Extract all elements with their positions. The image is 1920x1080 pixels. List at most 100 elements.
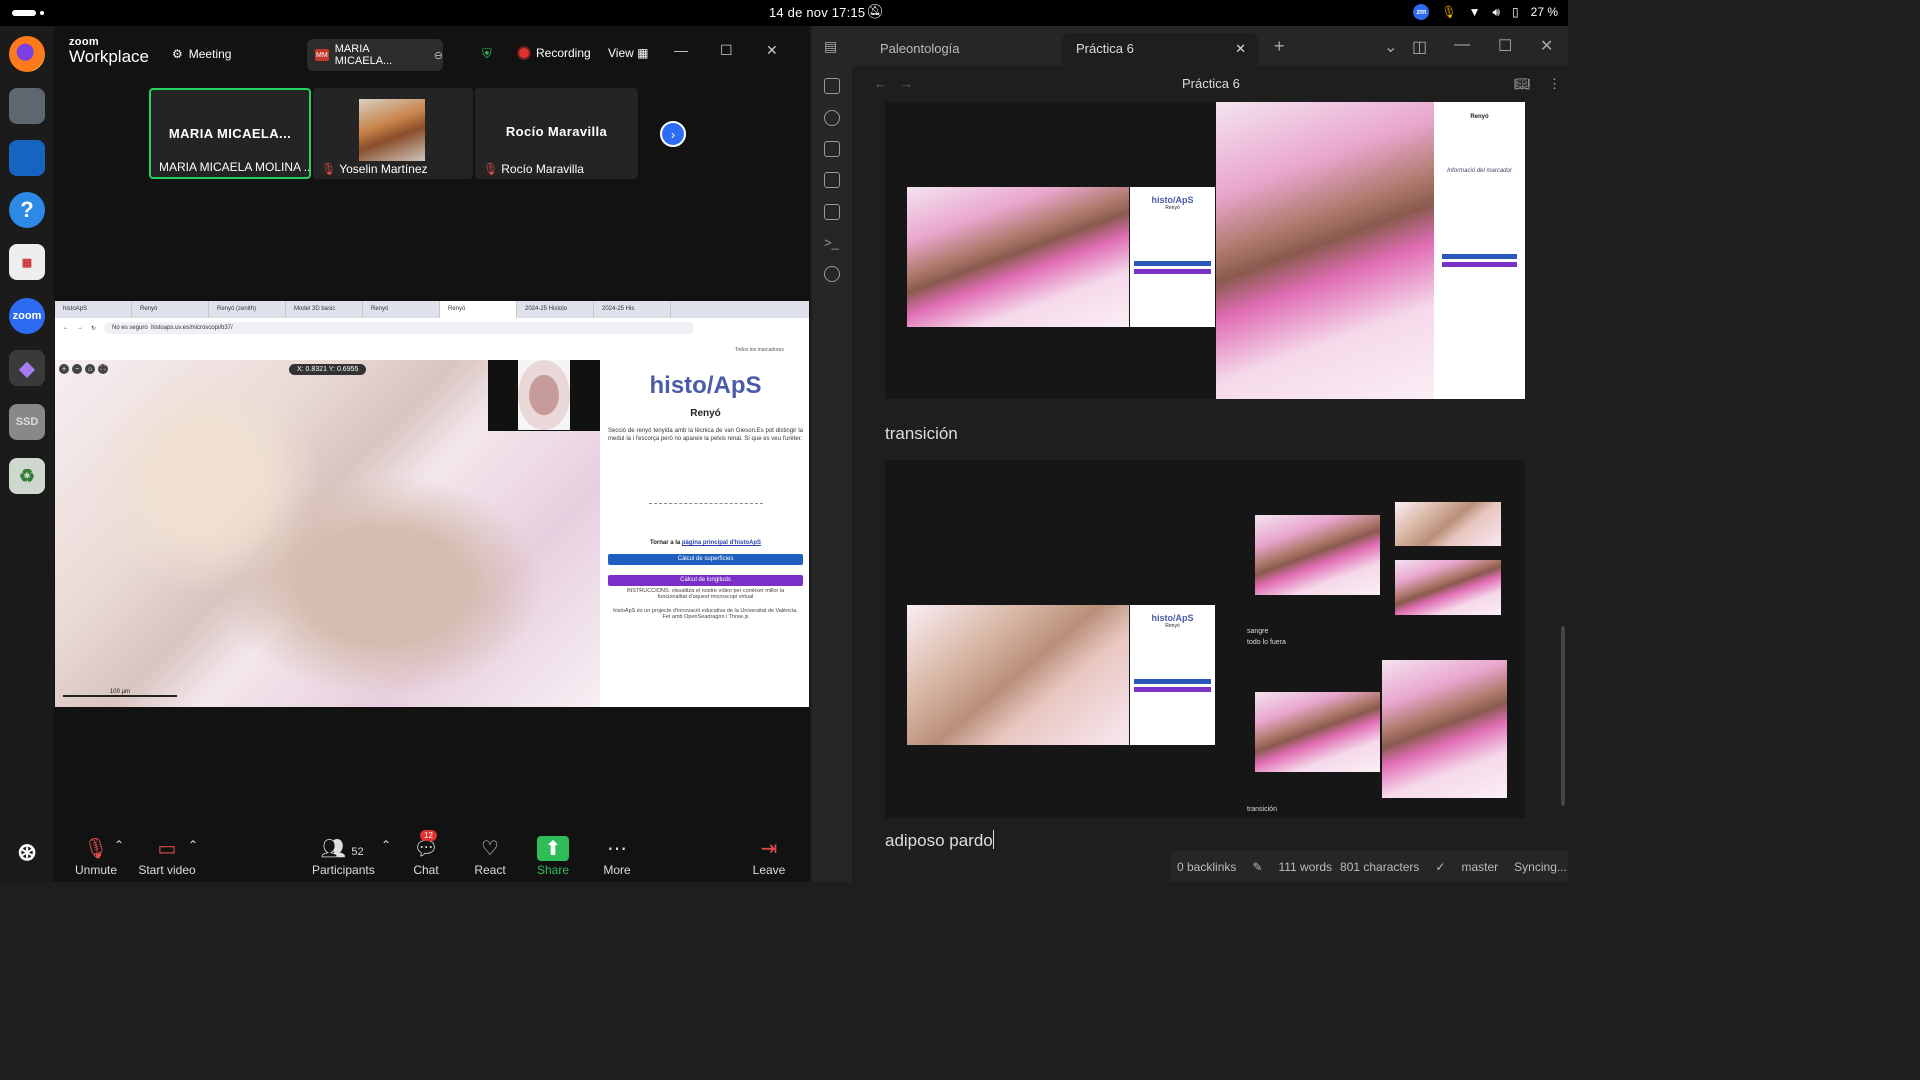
- trash-icon[interactable]: ♻: [9, 458, 45, 494]
- next-participants-button[interactable]: ›: [660, 121, 686, 147]
- zoom-out-icon[interactable]: −: [72, 364, 82, 374]
- sidebar-toggle-icon[interactable]: ▤: [824, 38, 837, 55]
- reading-view-icon[interactable]: 📖︎: [1514, 76, 1531, 92]
- bookmarks-bar[interactable]: Todos los marcadores: [55, 338, 809, 360]
- histoaps-logo[interactable]: histo/ApS: [602, 372, 809, 400]
- participants-button[interactable]: 👥︎ 52 Participants: [312, 836, 375, 877]
- browser-tab[interactable]: 2024-25 Histolo: [517, 301, 594, 318]
- workspace-dot: [40, 11, 44, 15]
- backlinks-count[interactable]: 0 backlinks: [1177, 860, 1236, 874]
- zoom-window: zoom Workplace ⚙ Meeting MM MARIA MICAEL…: [54, 26, 810, 882]
- browser-tab[interactable]: 2024-25 His: [594, 301, 671, 318]
- graph-view-icon[interactable]: [824, 110, 840, 126]
- ssd-icon[interactable]: SSD: [9, 404, 45, 440]
- home-icon[interactable]: ⌂: [85, 364, 95, 374]
- panel-description: Secció de renyó tenyida amb la tècnica d…: [608, 428, 803, 443]
- firefox-icon[interactable]: [9, 36, 45, 72]
- tab-paleontologia[interactable]: Paleontología: [866, 33, 1052, 66]
- embedded-screenshot[interactable]: histo/ApS Renyó sangre todo lo fuera tra…: [885, 460, 1525, 818]
- security-shield-icon[interactable]: ⛨: [482, 46, 492, 62]
- minimize-icon[interactable]: —: [1454, 36, 1470, 54]
- participant-tile[interactable]: Rocío Maravilla 🎙︎ Rocío Maravilla: [475, 88, 638, 179]
- home-link[interactable]: pàgina principal d'histoApS: [682, 540, 761, 546]
- leave-button[interactable]: ⇥ Leave: [752, 836, 786, 877]
- minimize-icon[interactable]: —: [674, 42, 688, 58]
- participant-tile[interactable]: 🎙︎ Yoselin Martínez: [313, 88, 473, 179]
- sync-status[interactable]: Syncing...: [1514, 860, 1567, 874]
- participant-tile[interactable]: MARIA MICAELA... MARIA MICAELA MOLINA ..…: [149, 88, 311, 179]
- browser-tab[interactable]: Renyó: [363, 301, 440, 318]
- speaker-name-pill[interactable]: MM MARIA MICAELA... ⊖: [307, 39, 443, 71]
- new-tab-icon[interactable]: +: [1274, 36, 1285, 57]
- nav-forward-icon[interactable]: →: [900, 76, 913, 91]
- command-palette-icon[interactable]: >_: [824, 235, 840, 251]
- split-view-icon[interactable]: ◫: [1412, 37, 1427, 57]
- close-icon[interactable]: ✕: [766, 42, 778, 59]
- embedded-screenshot[interactable]: histo/ApS Renyó Renyó Informació del mar…: [885, 102, 1525, 399]
- forward-icon[interactable]: →: [77, 325, 83, 331]
- unmute-button[interactable]: 🎙︎ Unmute: [74, 836, 118, 877]
- edit-icon[interactable]: ✎: [1252, 860, 1262, 874]
- browser-tab[interactable]: Renyó: [440, 301, 517, 318]
- close-icon[interactable]: ✕: [1540, 36, 1553, 56]
- microscope-viewer[interactable]: + − ⌂ ⛶ X: 0.8321 Y: 0.6955 100 µm: [55, 360, 600, 707]
- open-switcher-icon[interactable]: [824, 78, 840, 94]
- browser-tab[interactable]: Renyó (zenith): [209, 301, 286, 318]
- video-options-chevron[interactable]: ⌃: [188, 838, 198, 852]
- more-button[interactable]: ⋯ More: [601, 836, 633, 877]
- react-button[interactable]: ♡ React: [474, 836, 506, 877]
- close-tab-icon[interactable]: ✕: [1235, 41, 1246, 57]
- obsidian-icon[interactable]: ◆: [9, 350, 45, 386]
- participants-options-chevron[interactable]: ⌃: [381, 838, 391, 852]
- view-label: View: [608, 46, 634, 60]
- recording-indicator[interactable]: Recording: [519, 46, 591, 60]
- maximize-icon[interactable]: ☐: [1498, 36, 1512, 56]
- system-tray[interactable]: zm 🎙︎ ▼ 🔊︎ ▯ 27 %: [1413, 4, 1558, 20]
- view-button[interactable]: View ▦: [608, 46, 648, 60]
- daily-note-icon[interactable]: [824, 172, 840, 188]
- url-field[interactable]: No es seguro histoaps.uv.es/microscopi/b…: [104, 322, 695, 334]
- maximize-icon[interactable]: ☐: [720, 42, 733, 59]
- zoom-tray-icon[interactable]: zm: [1413, 4, 1430, 20]
- back-text: Tornar a la: [649, 540, 682, 547]
- browser-tab[interactable]: Model 3D basic: [286, 301, 363, 318]
- more-options-icon[interactable]: ⋮: [1548, 76, 1561, 92]
- canvas-icon[interactable]: [824, 141, 840, 157]
- templates-icon[interactable]: [824, 204, 840, 220]
- calc-icon[interactable]: ▦: [9, 244, 45, 280]
- fullscreen-icon[interactable]: ⛶: [98, 364, 108, 374]
- meeting-menu-button[interactable]: ⚙ Meeting: [172, 47, 231, 61]
- help-icon[interactable]: ?: [9, 192, 45, 228]
- navigator-thumbnail[interactable]: [488, 360, 600, 431]
- chat-button[interactable]: 💬︎ 12 Chat: [410, 830, 442, 877]
- scrollbar[interactable]: [1561, 626, 1565, 806]
- unmute-options-chevron[interactable]: ⌃: [114, 838, 124, 852]
- sync-history-icon[interactable]: [824, 266, 840, 282]
- note-typing-line[interactable]: adiposo pardo: [885, 830, 994, 851]
- back-icon[interactable]: ←: [63, 325, 69, 331]
- surface-calc-button[interactable]: Càlcul de superfícies: [608, 554, 803, 566]
- tab-list-chevron-icon[interactable]: ⌄: [1384, 37, 1397, 57]
- recording-label: Recording: [536, 46, 591, 60]
- note-title[interactable]: Práctica 6: [1182, 76, 1240, 91]
- more-icon[interactable]: ⊖: [434, 49, 443, 62]
- share-button[interactable]: ⬆ Share: [537, 836, 569, 877]
- browser-tab[interactable]: Renyó: [132, 301, 209, 318]
- writer-icon[interactable]: [9, 140, 45, 176]
- reload-icon[interactable]: ↻: [91, 325, 96, 332]
- activities-indicator[interactable]: [12, 10, 36, 16]
- apps-icon[interactable]: ⊛: [9, 834, 45, 870]
- browser-tab[interactable]: histoApS: [55, 301, 132, 318]
- git-branch[interactable]: master: [1461, 860, 1498, 874]
- length-calc-button[interactable]: Càlcul de longituds: [608, 575, 803, 587]
- tab-practica-6[interactable]: Práctica 6 ✕: [1062, 33, 1258, 66]
- files-icon[interactable]: [9, 88, 45, 124]
- zoom-in-icon[interactable]: +: [59, 364, 69, 374]
- shared-screen[interactable]: histoApS Renyó Renyó (zenith) Model 3D b…: [55, 301, 809, 707]
- nav-back-icon[interactable]: ←: [874, 76, 887, 91]
- note-content[interactable]: histo/ApS Renyó Renyó Informació del mar…: [885, 102, 1525, 882]
- right-section: Informació del marcador: [1447, 168, 1512, 174]
- note-heading[interactable]: transición: [885, 424, 958, 444]
- zoom-icon[interactable]: zoom: [9, 298, 45, 334]
- clock[interactable]: 14 de nov 17:15: [769, 5, 865, 20]
